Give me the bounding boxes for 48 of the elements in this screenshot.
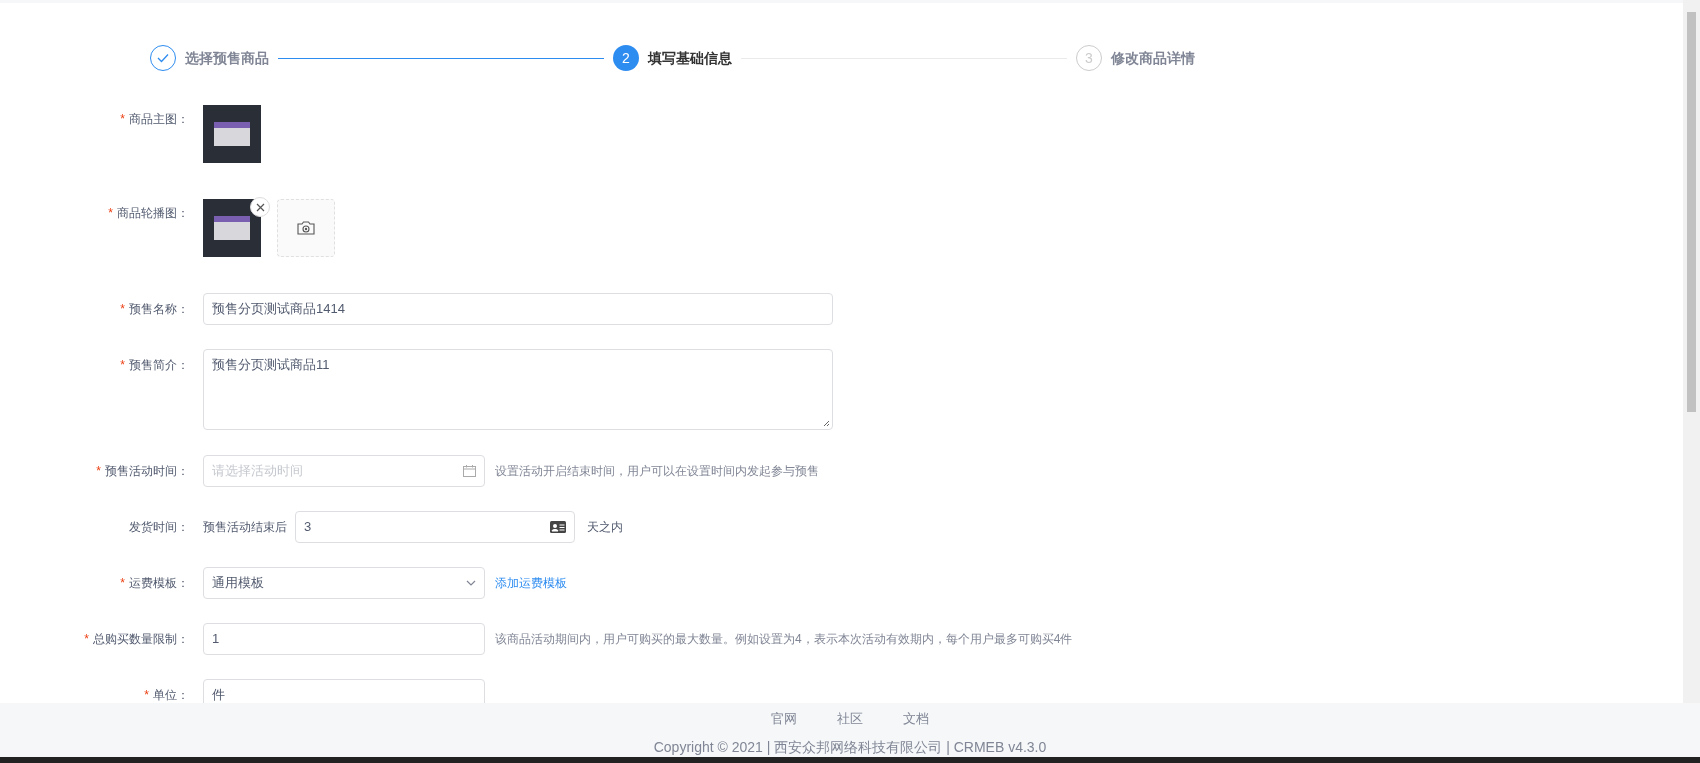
field-prefix: 预售活动结束后 <box>203 519 287 536</box>
text-input[interactable]: 预售分页测试商品1414 <box>203 293 833 325</box>
required-mark: * <box>144 687 149 703</box>
remove-image-button[interactable] <box>250 197 270 217</box>
camera-icon <box>297 221 315 235</box>
select-field[interactable]: 通用模板 <box>203 567 485 599</box>
field-label: 商品轮播图： <box>117 205 189 222</box>
field-label: 发货时间： <box>129 519 189 536</box>
field-hint: 设置活动开启结束时间，用户可以在设置时间内发起参与预售 <box>495 463 819 480</box>
text-input[interactable]: 件 <box>203 679 485 703</box>
field-label: 预售活动时间： <box>105 463 189 480</box>
text-area[interactable]: 预售分页测试商品11 <box>203 349 833 430</box>
required-mark: * <box>84 631 89 648</box>
step-title: 选择预售商品 <box>185 48 269 68</box>
scrollbar[interactable] <box>1683 0 1700 703</box>
required-mark: * <box>120 111 125 128</box>
calendar-icon <box>463 465 476 477</box>
chevron-down-icon <box>466 580 476 586</box>
step-number: 2 <box>613 45 639 71</box>
field-label: 单位： <box>153 687 189 703</box>
add-template-link[interactable]: 添加运费模板 <box>495 574 567 592</box>
number-input[interactable]: 3 <box>295 511 575 543</box>
text-input[interactable]: 1 <box>203 623 485 655</box>
step-title: 填写基础信息 <box>648 48 732 68</box>
required-mark: * <box>108 205 113 222</box>
scrollbar-thumb[interactable] <box>1687 12 1696 412</box>
footer-link[interactable]: 官网 <box>771 709 797 729</box>
field-label: 预售名称： <box>129 301 189 318</box>
resize-handle-icon[interactable] <box>823 420 830 427</box>
field-label: 总购买数量限制： <box>93 631 189 648</box>
id-card-icon <box>550 521 566 533</box>
field-label: 预售简介： <box>129 357 189 374</box>
field-hint: 该商品活动期间内，用户可购买的最大数量。例如设置为4，表示本次活动有效期内，每个用户最多可购买4件 <box>495 631 1073 648</box>
close-icon <box>255 202 265 212</box>
required-mark: * <box>120 357 125 374</box>
required-mark: * <box>120 301 125 318</box>
check-icon <box>157 53 169 63</box>
step-title: 修改商品详情 <box>1111 48 1195 68</box>
footer-link[interactable]: 社区 <box>837 709 863 729</box>
required-mark: * <box>96 463 101 480</box>
photo-placeholder <box>203 199 261 257</box>
footer-link[interactable]: 文档 <box>903 709 929 729</box>
field-label: 运费模板： <box>129 575 189 592</box>
field-suffix: 天之内 <box>587 519 623 536</box>
required-mark: * <box>120 575 125 592</box>
upload-image-button[interactable] <box>277 199 335 257</box>
field-label: 商品主图： <box>129 111 189 128</box>
copyright-text: Copyright © 2021 | 西安众邦网络科技有限公司 | CRMEB v4.3.0 <box>653 737 1047 757</box>
